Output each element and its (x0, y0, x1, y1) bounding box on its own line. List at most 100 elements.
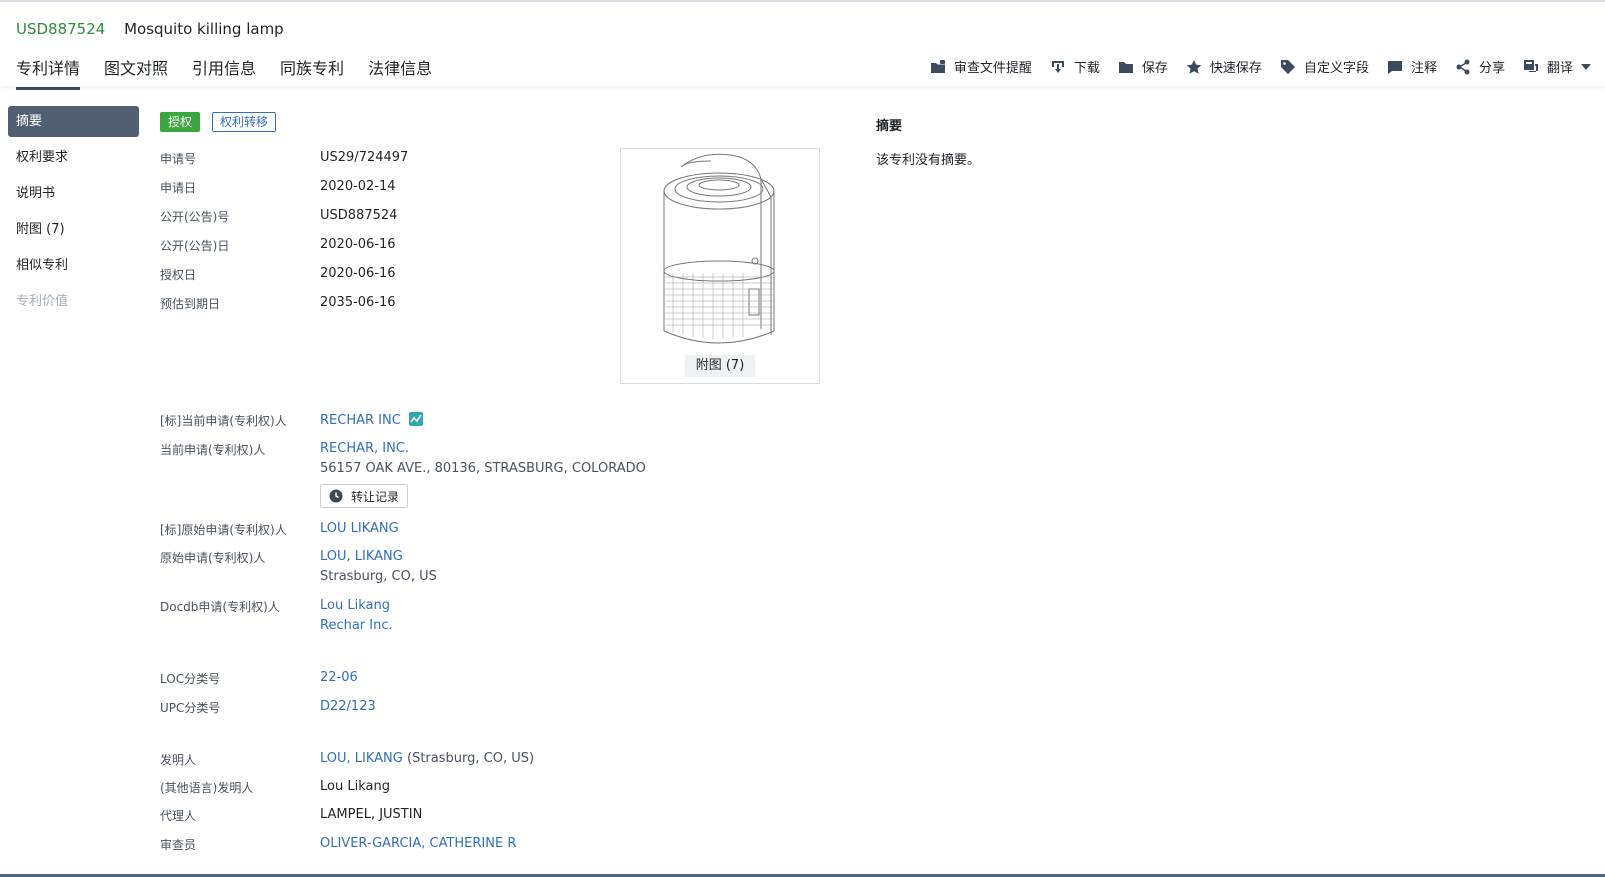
field-label: (其他语言)发明人 (160, 781, 254, 795)
applicant-link[interactable]: LOU, LIKANG (320, 549, 403, 564)
field-label: 授权日 (160, 268, 197, 282)
annotate-button[interactable]: 注释 (1387, 57, 1437, 76)
field-label: 发明人 (160, 753, 197, 767)
star-icon (1186, 59, 1202, 74)
transfer-record-button[interactable]: 转让记录 (320, 484, 409, 508)
save-button[interactable]: 保存 (1118, 57, 1168, 76)
abstract-text: 该专利没有摘要。 (876, 153, 981, 168)
transfer-badge[interactable]: 权利转移 (212, 112, 277, 132)
clock-icon (329, 489, 343, 503)
toolbar: 审查文件提醒 下载 保存 快速保存 自定义字段 注释 分享 翻译 (912, 57, 1591, 76)
sidebar-item-similar[interactable]: 相似专利 (8, 250, 139, 281)
field-label: Docdb申请(专利权)人 (160, 600, 280, 614)
applicant-link[interactable]: Lou Likang (320, 598, 390, 613)
save-label: 保存 (1141, 61, 1168, 76)
download-button[interactable]: 下载 (1050, 57, 1100, 76)
inventor-location: (Strasburg, CO, US) (407, 751, 535, 766)
field-label: [标]当前申请(专利权)人 (160, 414, 287, 428)
exam-reminder-button[interactable]: 审查文件提醒 (930, 57, 1032, 76)
status-badges: 授权 权利转移 (160, 112, 288, 132)
field-value: 2020-06-16 (320, 266, 396, 281)
upc-class-link[interactable]: D22/123 (320, 699, 376, 714)
applicant-address: 56157 OAK AVE., 80136, STRASBURG, COLORA… (320, 461, 646, 476)
field-label: 申请日 (160, 181, 197, 195)
field-label: 代理人 (160, 809, 197, 823)
field-value: LOU LIKANG (320, 521, 399, 536)
tab-legal[interactable]: 法律信息 (368, 55, 432, 90)
field-label: UPC分类号 (160, 701, 221, 715)
section-sidebar: 摘要 权利要求 说明书 附图 (7) 相似专利 专利价值 (8, 106, 139, 322)
sidebar-item-value: 专利价值 (16, 294, 69, 309)
field-label: 公开(公告)号 (160, 210, 230, 224)
field-value: RECHAR, INC. 56157 OAK AVE., 80136, STRA… (320, 441, 646, 508)
abstract-panel: 摘要 该专利没有摘要。 (876, 115, 980, 168)
field-value: LAMPEL, JUSTIN (320, 807, 423, 822)
share-icon (1456, 59, 1470, 74)
patent-title-row: USD887524 Mosquito killing lamp (16, 20, 284, 38)
translate-icon (1523, 59, 1538, 72)
inventor-link[interactable]: LOU, LIKANG (320, 751, 403, 766)
field-label: 申请号 (160, 152, 197, 166)
trend-chart-icon[interactable] (408, 412, 423, 426)
field-value: OLIVER-GARCIA, CATHERINE R (320, 836, 516, 851)
field-value: 2035-06-16 (320, 295, 396, 310)
examiner-link[interactable]: OLIVER-GARCIA, CATHERINE R (320, 836, 516, 851)
applicant-link[interactable]: RECHAR, INC. (320, 441, 409, 456)
translate-label: 翻译 (1546, 61, 1573, 76)
page-header: USD887524 Mosquito killing lamp 专利详情 图文对… (0, 2, 1605, 90)
quick-save-label: 快速保存 (1209, 61, 1262, 76)
field-label: 原始申请(专利权)人 (160, 551, 266, 565)
transfer-record-label: 转让记录 (351, 489, 400, 504)
field-label: [标]原始申请(专利权)人 (160, 523, 287, 537)
folder-bell-icon (930, 59, 945, 73)
download-label: 下载 (1073, 61, 1100, 76)
field-label: 当前申请(专利权)人 (160, 443, 266, 457)
share-button[interactable]: 分享 (1455, 57, 1505, 76)
tab-citations[interactable]: 引用信息 (192, 55, 256, 90)
tag-icon (1280, 59, 1295, 74)
field-value: USD887524 (320, 208, 398, 223)
tab-text-figure[interactable]: 图文对照 (104, 55, 168, 90)
annotate-label: 注释 (1410, 61, 1437, 76)
chevron-down-icon (1581, 63, 1591, 70)
field-label: 审查员 (160, 838, 197, 852)
lamp-drawing (663, 153, 775, 344)
folder-icon (1118, 61, 1133, 73)
quick-save-button[interactable]: 快速保存 (1186, 57, 1262, 76)
field-value: 22-06 (320, 670, 358, 685)
sidebar-item-abstract[interactable]: 摘要 (8, 106, 139, 137)
sidebar-item-claims[interactable]: 权利要求 (8, 142, 139, 173)
translate-dropdown[interactable]: 翻译 (1523, 57, 1591, 76)
field-value: RECHAR INC (320, 412, 423, 428)
applicant-link[interactable]: Rechar Inc. (320, 618, 393, 633)
custom-field-button[interactable]: 自定义字段 (1280, 57, 1369, 76)
field-label: 公开(公告)日 (160, 239, 230, 253)
download-icon (1051, 60, 1064, 73)
applicant-address: Strasburg, CO, US (320, 569, 437, 584)
custom-field-label: 自定义字段 (1303, 61, 1369, 76)
field-value: US29/724497 (320, 150, 409, 165)
field-value: Lou Likang Rechar Inc. (320, 598, 393, 633)
field-value: LOU, LIKANG Strasburg, CO, US (320, 549, 437, 584)
figure-thumbnail[interactable]: 附图 (7) (620, 148, 820, 384)
granted-badge: 授权 (160, 112, 201, 132)
abstract-title: 摘要 (876, 119, 903, 134)
field-value: LOU, LIKANG (Strasburg, CO, US) (320, 751, 534, 766)
applicant-link[interactable]: LOU LIKANG (320, 521, 399, 536)
field-value: 2020-02-14 (320, 179, 396, 194)
field-value: 2020-06-16 (320, 237, 396, 252)
loc-class-link[interactable]: 22-06 (320, 670, 358, 685)
field-label: LOC分类号 (160, 672, 221, 686)
figure-caption[interactable]: 附图 (7) (685, 355, 755, 377)
field-label: 预估到期日 (160, 297, 221, 311)
tab-family[interactable]: 同族专利 (280, 55, 344, 90)
tab-patent-details[interactable]: 专利详情 (16, 55, 81, 90)
exam-reminder-label: 审查文件提醒 (953, 61, 1032, 76)
share-label: 分享 (1478, 61, 1505, 76)
patent-title: Mosquito killing lamp (124, 20, 284, 38)
sidebar-item-figures[interactable]: 附图 (7) (8, 214, 139, 245)
detail-tabs: 专利详情 图文对照 引用信息 同族专利 法律信息 (16, 55, 456, 90)
sidebar-item-description[interactable]: 说明书 (8, 178, 139, 209)
applicant-link[interactable]: RECHAR INC (320, 413, 401, 428)
patent-number[interactable]: USD887524 (16, 20, 105, 38)
